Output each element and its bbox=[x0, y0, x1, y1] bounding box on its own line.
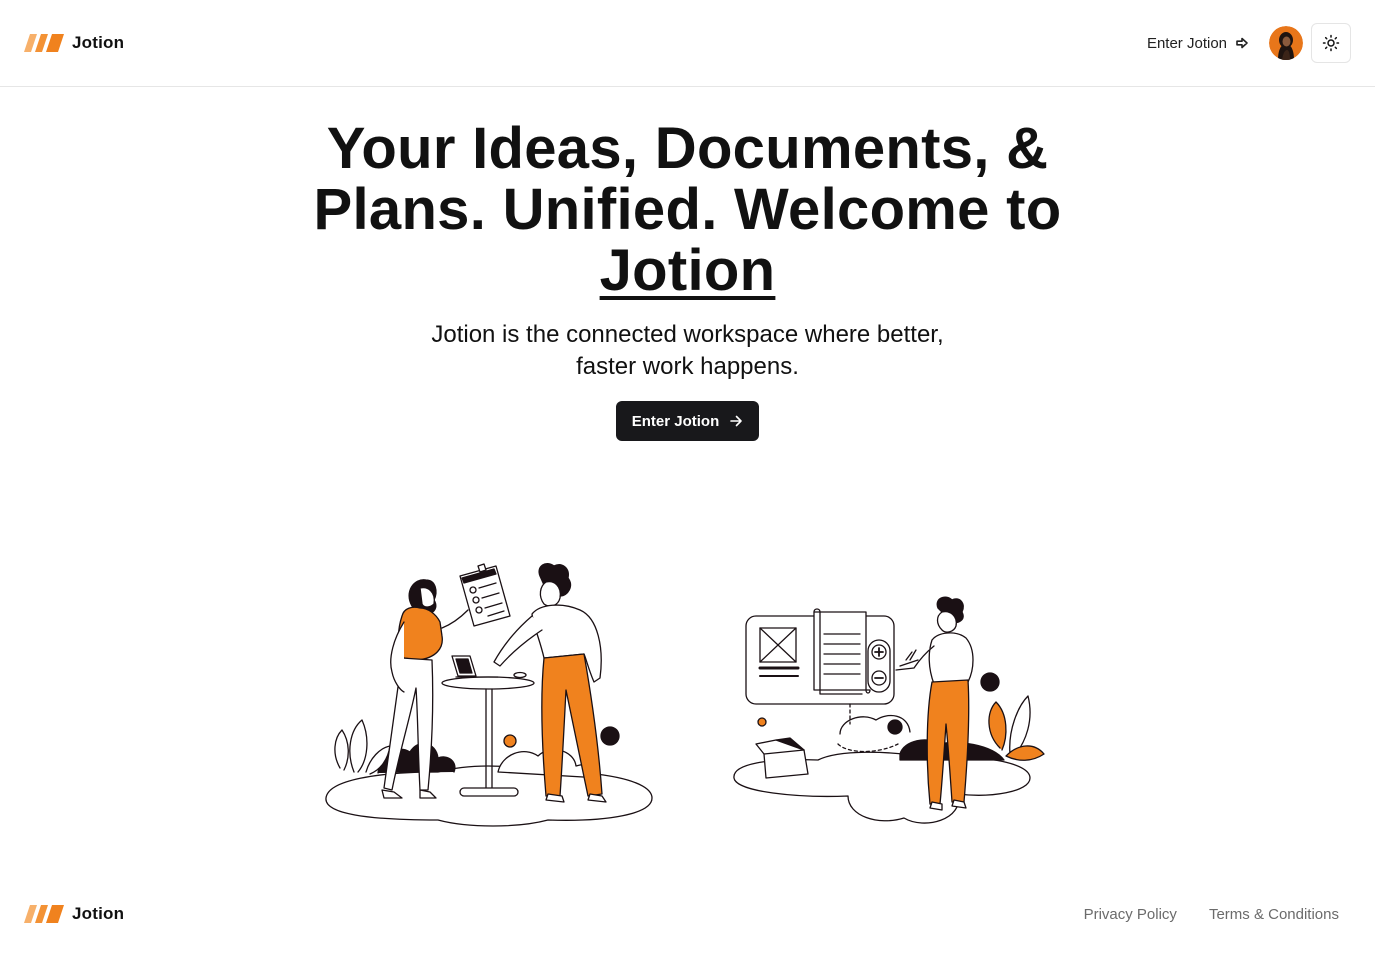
footer-links: Privacy Policy Terms & Conditions bbox=[1084, 902, 1339, 927]
avatar-image bbox=[1269, 26, 1303, 60]
enter-jotion-link[interactable]: Enter Jotion bbox=[1137, 29, 1259, 58]
enter-jotion-label: Enter Jotion bbox=[1146, 34, 1227, 52]
hero-title: Your Ideas, Documents, & Plans. Unified.… bbox=[298, 118, 1078, 301]
hero-section: Your Ideas, Documents, & Plans. Unified.… bbox=[0, 118, 1375, 441]
brand[interactable]: Jotion bbox=[24, 33, 124, 53]
enter-arrow-icon bbox=[1236, 37, 1248, 49]
arrow-right-icon bbox=[730, 415, 743, 427]
user-avatar[interactable] bbox=[1269, 26, 1303, 60]
logo-icon bbox=[24, 34, 64, 52]
team-collaboration-illustration bbox=[325, 562, 653, 827]
footer-brand-name: Jotion bbox=[72, 904, 125, 923]
hero-title-brand: Jotion bbox=[599, 238, 776, 303]
theme-toggle-button[interactable] bbox=[1311, 23, 1351, 63]
footer-brand[interactable]: Jotion bbox=[24, 904, 124, 924]
product-planning-illustration bbox=[733, 596, 1045, 824]
terms-conditions-link[interactable]: Terms & Conditions bbox=[1209, 902, 1339, 927]
enter-jotion-button[interactable]: Enter Jotion bbox=[615, 401, 760, 441]
hero-subtitle: Jotion is the connected workspace where … bbox=[431, 321, 944, 380]
cta-label: Enter Jotion bbox=[631, 412, 720, 430]
logo-icon bbox=[24, 905, 64, 923]
brand-name: Jotion bbox=[72, 33, 125, 52]
privacy-policy-link[interactable]: Privacy Policy bbox=[1084, 902, 1177, 927]
header-actions: Enter Jotion bbox=[1137, 23, 1351, 63]
hero-title-text: Your Ideas, Documents, & Plans. Unified.… bbox=[313, 116, 1062, 242]
sun-icon bbox=[1322, 34, 1340, 52]
site-footer: Jotion Privacy Policy Terms & Conditions bbox=[0, 890, 1375, 938]
site-header: Jotion Enter Jotion bbox=[0, 0, 1375, 87]
